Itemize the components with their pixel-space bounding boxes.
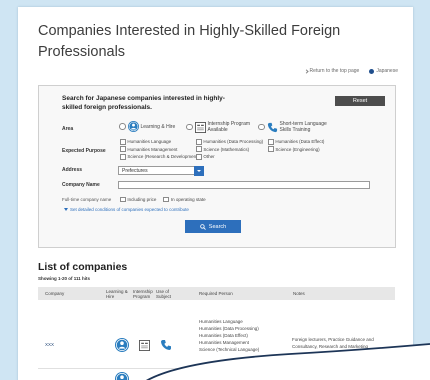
detailed-conditions-label: Set detailed conditions of companies exp… <box>70 207 189 212</box>
required-person-item: Humanities (Data Processing) <box>199 326 259 331</box>
hiring-option[interactable]: In operating state <box>163 196 206 203</box>
purpose-option-label: Humanities (Data Processing) <box>203 139 264 144</box>
internship-icon <box>139 340 150 351</box>
purpose-option-label: Humanities Language <box>127 139 172 144</box>
checkbox[interactable] <box>120 138 126 145</box>
purpose-option[interactable]: Humanities (Data Processing) <box>196 138 268 146</box>
hiring-label: Full-time company name <box>62 197 112 202</box>
address-label: Address <box>62 167 83 173</box>
language-icon <box>160 339 172 351</box>
radio-button[interactable] <box>119 123 126 130</box>
required-person-list: Humanities Language Humanities (Data Pro… <box>199 318 285 353</box>
area-option-label: Short-term Language Skills Training <box>279 121 327 133</box>
area-option-label: Learning & Hire <box>140 123 176 130</box>
column-header-notes: Notes <box>293 291 305 296</box>
hiring-option-label: Including price <box>127 197 157 202</box>
purpose-option[interactable]: Humanities Language <box>120 138 196 146</box>
search-icon <box>199 223 206 230</box>
list-heading: List of companies <box>38 261 128 273</box>
column-header-internship: Internship Program <box>133 288 153 300</box>
area-label: Area <box>62 126 74 132</box>
language-label: Japanese <box>376 68 398 74</box>
purpose-option[interactable]: Science (Mathematics) <box>196 146 268 154</box>
purpose-option[interactable]: Humanities Management <box>120 146 196 154</box>
required-person-item: Science (Technical Language) <box>199 347 260 352</box>
graduate-icon <box>127 121 139 132</box>
purpose-option[interactable]: Science (Engineering) <box>268 146 338 154</box>
header-links: Return to the top page Japanese <box>303 68 398 75</box>
graduate-icon <box>115 372 129 380</box>
page: Companies Interested in Highly-Skilled F… <box>0 0 430 380</box>
triangle-down-icon <box>64 208 68 211</box>
area-option-learning-hire[interactable]: Learning & Hire <box>119 121 181 132</box>
chevron-down-icon[interactable] <box>194 166 204 176</box>
company-name-label: Company Name <box>62 182 100 188</box>
checkbox[interactable] <box>120 153 126 160</box>
page-title: Companies Interested in Highly-Skilled F… <box>38 23 341 60</box>
area-option-label: Internship Program Available <box>207 121 251 133</box>
checkbox[interactable] <box>120 196 126 203</box>
notes-cell: Foreign lecturers, Practice Guidance and… <box>292 337 374 349</box>
purpose-option-label: Other <box>203 154 215 159</box>
purpose-option-label: Science (Mathematics) <box>203 146 250 152</box>
radio-button[interactable] <box>186 123 193 131</box>
chevron-right-icon <box>303 69 309 74</box>
search-button[interactable]: Search <box>185 220 241 233</box>
required-person-item: Humanities Management <box>199 340 250 345</box>
language-link[interactable]: Japanese <box>369 68 398 75</box>
purpose-option[interactable]: Humanities (Data Effect) <box>268 138 338 146</box>
checkbox[interactable] <box>163 196 170 203</box>
reset-button[interactable]: Reset <box>335 96 385 106</box>
prefecture-select-value: Prefectures <box>122 168 148 174</box>
hiring-option[interactable]: Including price <box>120 196 156 203</box>
column-header-company: Company <box>45 291 65 296</box>
prefecture-select[interactable]: Prefectures <box>118 166 204 176</box>
hiring-option-label: In operating state <box>170 197 206 202</box>
column-header-use-of-subject: Use of Subject <box>156 288 172 300</box>
company-name-link[interactable]: XXX <box>45 342 54 348</box>
hiring-options: Including price In operating state <box>120 196 206 203</box>
detailed-conditions-link[interactable]: Set detailed conditions of companies exp… <box>64 206 189 213</box>
search-button-label: Search <box>208 223 227 230</box>
checkbox[interactable] <box>268 146 274 153</box>
purpose-label: Expected Purpose <box>62 148 106 154</box>
globe-icon <box>369 69 375 74</box>
checkbox[interactable] <box>196 153 202 160</box>
internship-icon <box>194 121 206 133</box>
language-icon <box>267 122 278 133</box>
purpose-option[interactable]: Other <box>196 153 268 161</box>
purpose-option-label: Humanities (Data Effect) <box>275 139 325 144</box>
back-to-top-link[interactable]: Return to the top page <box>303 68 360 75</box>
checkbox[interactable] <box>196 138 202 145</box>
back-to-top-label: Return to the top page <box>309 68 360 74</box>
company-name-input[interactable] <box>118 181 370 189</box>
graduate-icon <box>115 338 129 352</box>
purpose-checkbox-group: Humanities Language Humanities (Data Pro… <box>120 138 338 161</box>
area-option-language[interactable]: Short-term Language Skills Training <box>258 121 336 133</box>
checkbox[interactable] <box>268 138 274 145</box>
area-option-internship[interactable]: Internship Program Available <box>186 121 256 133</box>
required-person-item: Humanities (Data Effect) <box>199 333 248 338</box>
required-person-item: Humanities Language <box>199 319 243 324</box>
row-divider <box>38 368 395 369</box>
checkbox[interactable] <box>196 146 202 153</box>
purpose-option[interactable]: Science (Research & Development) <box>120 153 199 161</box>
purpose-option-label: Humanities Management <box>127 146 178 152</box>
column-header-learning-hire: Learning & Hire <box>106 288 128 300</box>
purpose-option-label: Science (Research & Development) <box>127 154 199 159</box>
purpose-option-label: Science (Engineering) <box>275 146 320 152</box>
result-count: Showing 1-20 of 111 hits <box>38 276 91 281</box>
column-header-required-person: Required Person <box>199 291 233 296</box>
radio-button[interactable] <box>258 123 265 131</box>
search-heading: Search for Japanese companies interested… <box>62 95 225 111</box>
checkbox[interactable] <box>120 146 126 153</box>
